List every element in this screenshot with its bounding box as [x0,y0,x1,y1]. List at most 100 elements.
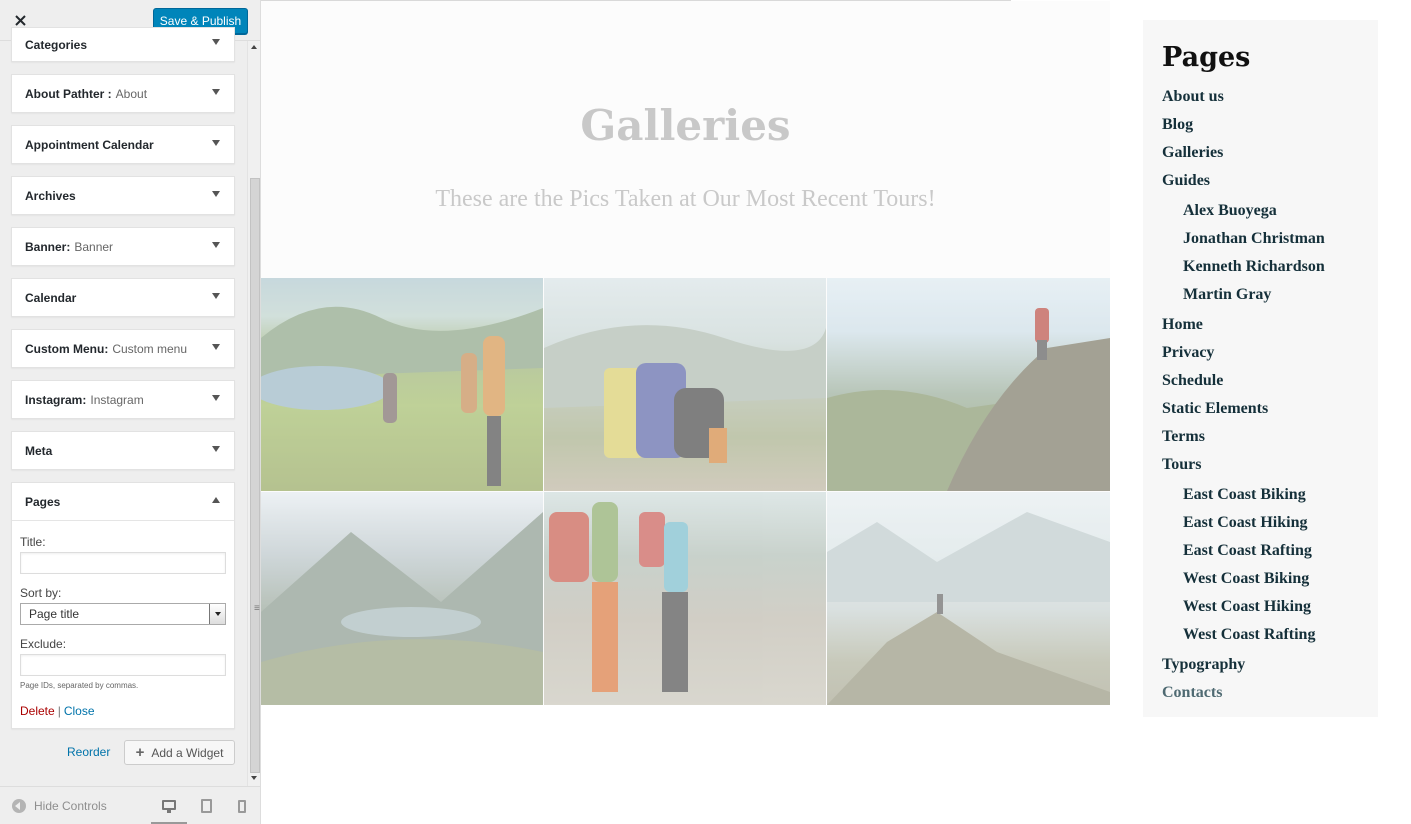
chevron-up-icon[interactable] [212,497,220,503]
widget-name: Categories [25,37,88,52]
widget-name: Pages [25,494,61,509]
widget-pages[interactable]: Pages Title: Sort by: Page title Exclude… [11,482,235,729]
page-link[interactable]: East Coast Biking [1162,486,1325,514]
page-link[interactable]: Jonathan Christman [1162,230,1325,258]
sortby-select[interactable]: Page title [20,603,226,625]
widget-header[interactable]: Banner: Banner [12,228,234,265]
title-label: Title: [20,535,46,549]
pages-widget-title: Pages [1162,42,1251,73]
widget-header[interactable]: Calendar [12,279,234,316]
widget-custom-menu[interactable]: Custom Menu: Custom menu [11,329,235,368]
gallery-image-hikers-lake[interactable] [261,278,543,491]
chevron-down-icon[interactable] [212,446,220,452]
page-link[interactable]: Tours [1162,456,1325,484]
widget-header[interactable]: Meta [12,432,234,469]
page-link[interactable]: Galleries [1162,144,1325,172]
widget-header[interactable]: Categories [12,28,234,61]
landscape-illustration [827,512,1110,705]
widget-header[interactable]: Pages [12,483,234,520]
page-link[interactable]: Static Elements [1162,400,1325,428]
separator: | [57,704,61,718]
widget-meta[interactable]: Meta [11,431,235,470]
title-input[interactable] [20,552,226,574]
scrollbar[interactable]: ≡ [247,41,260,786]
page-link[interactable]: Contacts [1162,684,1325,712]
site-preview: Galleries These are the Pics Taken at Ou… [261,0,1411,824]
close-link[interactable]: Close [64,704,95,718]
chevron-down-icon[interactable] [212,89,220,95]
page-link[interactable]: Typography [1162,656,1325,684]
page-link[interactable]: About us [1162,88,1325,116]
widget-title: About [115,86,148,101]
page-link[interactable]: Guides [1162,172,1325,200]
hide-controls-button[interactable]: Hide Controls [12,799,107,813]
widget-name: Meta [25,443,53,458]
widget-actions: Delete | Close [20,704,226,718]
widget-banner[interactable]: Banner: Banner [11,227,235,266]
main-content: Galleries These are the Pics Taken at Ou… [261,1,1110,705]
chevron-down-icon[interactable] [212,293,220,299]
chevron-down-icon[interactable] [212,344,220,350]
close-icon [15,15,26,26]
page-link[interactable]: Kenneth Richardson [1162,258,1325,286]
exclude-input[interactable] [20,654,226,676]
plus-icon: + [135,744,145,761]
widget-categories[interactable]: Categories [11,27,235,62]
sortby-label: Sort by: [20,586,62,600]
widget-instagram[interactable]: Instagram: Instagram [11,380,235,419]
widget-header[interactable]: Appointment Calendar [12,126,234,163]
page-link[interactable]: Privacy [1162,344,1325,372]
photo-gallery [261,278,1110,705]
widget-calendar[interactable]: Calendar [11,278,235,317]
customizer-sidebar: Save & Publish Categories About Pathter … [0,0,261,824]
gallery-image-cliff-hiker[interactable] [827,278,1110,491]
page-link[interactable]: Blog [1162,116,1325,144]
page-link[interactable]: East Coast Rafting [1162,542,1325,570]
page-link[interactable]: West Coast Biking [1162,570,1325,598]
page-link[interactable]: Martin Gray [1162,286,1325,314]
add-widget-button[interactable]: + Add a Widget [124,740,235,765]
widget-header[interactable]: Instagram: Instagram [12,381,234,418]
gallery-image-mountain-valley[interactable] [261,492,543,705]
chevron-down-icon[interactable] [212,191,220,197]
widget-name: Instagram: [25,392,87,407]
pages-list: About us Blog Galleries Guides Alex Buoyega J… [1162,88,1325,712]
chevron-down-icon[interactable] [212,39,220,45]
page-link[interactable]: East Coast Hiking [1162,514,1325,542]
page-link[interactable]: Schedule [1162,372,1325,400]
chevron-down-icon[interactable] [212,242,220,248]
tablet-preview-button[interactable] [188,787,224,824]
pages-sidebar-widget: Pages About us Blog Galleries Guides Alex Bu… [1143,20,1378,717]
page-link[interactable]: Home [1162,316,1325,344]
widget-name: About Pathter : [25,86,112,101]
page-link[interactable]: Alex Buoyega [1162,202,1325,230]
grip-icon: ≡ [254,603,260,614]
desktop-preview-button[interactable] [151,787,187,824]
widget-header[interactable]: About Pathter : About [12,75,234,112]
chevron-down-icon[interactable] [212,395,220,401]
chevron-down-icon[interactable] [212,140,220,146]
mobile-preview-button[interactable] [224,787,260,824]
widget-archives[interactable]: Archives [11,176,235,215]
widget-list: Categories About Pathter : About Appoint… [11,27,235,741]
page-title: Galleries [580,101,791,150]
gallery-image-misty-peak[interactable] [827,492,1110,705]
scroll-up-arrow-icon[interactable] [251,45,257,49]
gallery-image-backpacks[interactable] [544,278,826,491]
gallery-image-hiker-couple[interactable] [544,492,826,705]
page-link[interactable]: Terms [1162,428,1325,456]
widget-name: Appointment Calendar [25,137,154,152]
page-link[interactable]: West Coast Rafting [1162,626,1325,654]
reorder-link[interactable]: Reorder [67,745,110,759]
scrollbar-thumb[interactable]: ≡ [250,178,260,773]
widget-about[interactable]: About Pathter : About [11,74,235,113]
widget-name: Banner: [25,239,71,254]
widget-header[interactable]: Archives [12,177,234,214]
dropdown-button[interactable] [209,604,225,624]
widget-appointment-calendar[interactable]: Appointment Calendar [11,125,235,164]
widget-header[interactable]: Custom Menu: Custom menu [12,330,234,367]
delete-link[interactable]: Delete [20,704,55,718]
page-link[interactable]: West Coast Hiking [1162,598,1325,626]
hide-controls-label: Hide Controls [34,799,107,813]
scroll-down-arrow-icon[interactable] [251,776,257,780]
